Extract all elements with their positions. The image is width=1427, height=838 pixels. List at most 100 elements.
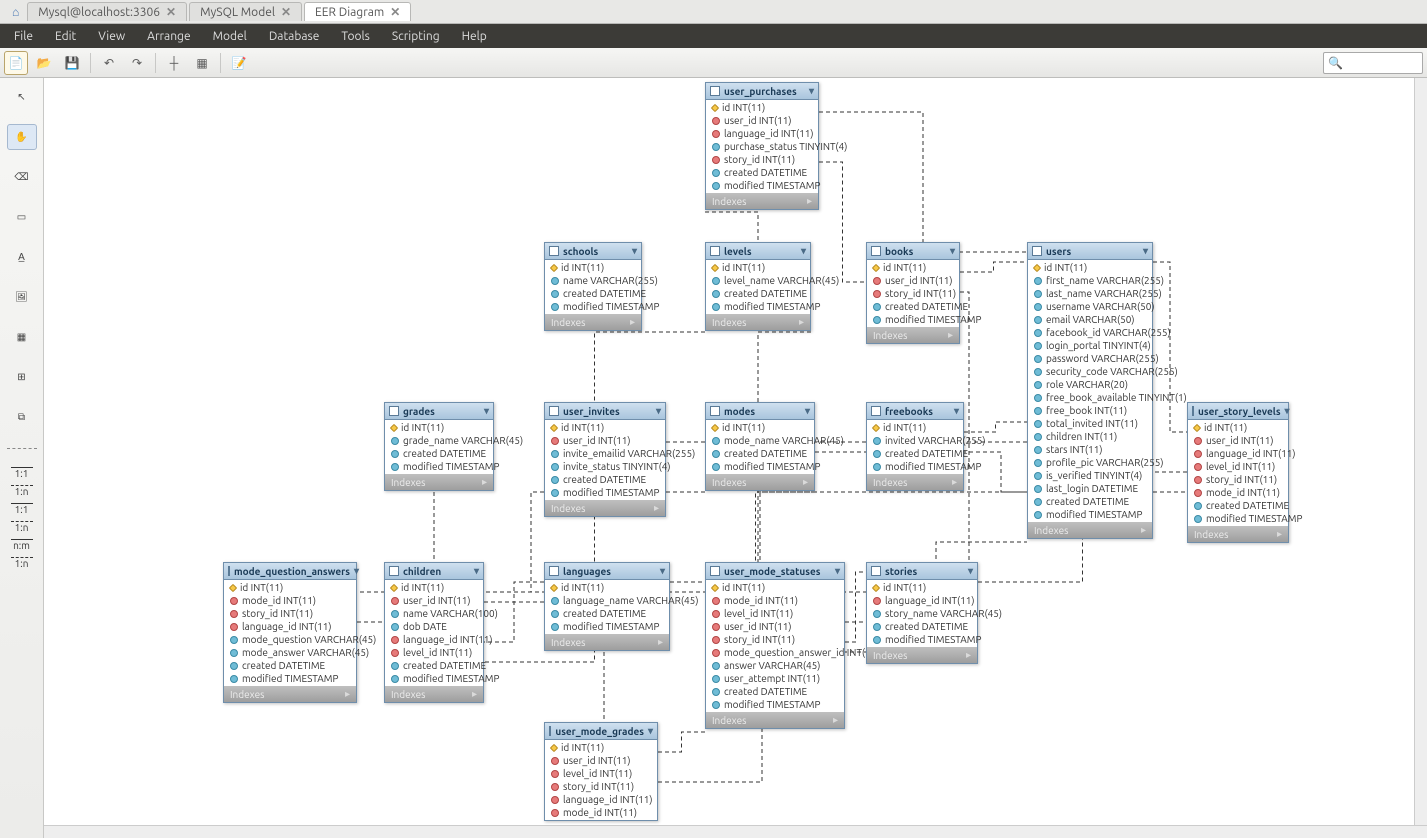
erd-column[interactable]: user_id INT(11) — [545, 754, 657, 767]
pointer-icon[interactable]: ↖ — [7, 84, 37, 110]
erd-column[interactable]: id INT(11) — [867, 581, 977, 594]
erd-column[interactable]: language_id INT(11) — [867, 594, 977, 607]
erd-column[interactable]: level_id INT(11) — [706, 607, 844, 620]
collapse-icon[interactable]: ▾ — [805, 405, 810, 417]
erd-table-header[interactable]: grades▾ — [385, 403, 493, 420]
eraser-icon[interactable]: ⌫ — [7, 164, 37, 190]
collapse-icon[interactable]: ▾ — [950, 245, 955, 257]
erd-column[interactable]: created DATETIME — [545, 473, 665, 486]
erd-indexes-bar[interactable]: Indexes▸ — [706, 314, 810, 330]
erd-indexes-bar[interactable]: Indexes▸ — [867, 327, 959, 343]
erd-column[interactable]: id INT(11) — [545, 421, 665, 434]
erd-column[interactable]: created DATETIME — [1028, 495, 1152, 508]
editor-tab[interactable]: Mysql@localhost:3306✕ — [27, 2, 187, 21]
erd-column[interactable]: grade_name VARCHAR(45) — [385, 434, 493, 447]
erd-column[interactable]: id INT(11) — [706, 581, 844, 594]
menu-help[interactable]: Help — [452, 27, 497, 46]
snap-icon[interactable]: ▦ — [190, 51, 214, 75]
erd-table-header[interactable]: user_story_levels▾ — [1188, 403, 1288, 420]
erd-table-children[interactable]: children▾id INT(11)user_id INT(11)name V… — [384, 562, 484, 703]
erd-column[interactable]: name VARCHAR(100) — [385, 607, 483, 620]
erd-column[interactable]: modified TIMESTAMP — [706, 460, 814, 473]
collapse-icon[interactable]: ▾ — [354, 565, 359, 577]
erd-table-header[interactable]: users▾ — [1028, 243, 1152, 260]
erd-column[interactable]: password VARCHAR(255) — [1028, 352, 1152, 365]
erd-column[interactable]: modified TIMESTAMP — [706, 300, 810, 313]
erd-table-books[interactable]: books▾id INT(11)user_id INT(11)story_id … — [866, 242, 960, 344]
vertical-scrollbar[interactable] — [1414, 78, 1427, 825]
erd-column[interactable]: modified TIMESTAMP — [867, 460, 963, 473]
erd-table-header[interactable]: user_purchases▾ — [706, 83, 818, 100]
collapse-icon[interactable]: ▾ — [484, 405, 489, 417]
erd-indexes-bar[interactable]: Indexes▸ — [224, 686, 356, 702]
erd-column[interactable]: id INT(11) — [545, 261, 641, 274]
new-doc-icon[interactable]: 📄 — [4, 51, 28, 75]
erd-column[interactable]: email VARCHAR(50) — [1028, 313, 1152, 326]
erd-column[interactable]: id INT(11) — [706, 101, 818, 114]
erd-column[interactable]: story_name VARCHAR(45) — [867, 607, 977, 620]
erd-column[interactable]: mode_id INT(11) — [706, 594, 844, 607]
erd-column[interactable]: story_id INT(11) — [545, 780, 657, 793]
menu-edit[interactable]: Edit — [45, 27, 86, 46]
erd-column[interactable]: security_code VARCHAR(255) — [1028, 365, 1152, 378]
hand-icon[interactable]: ✋ — [7, 124, 37, 150]
erd-column[interactable]: mode_id INT(11) — [1188, 486, 1288, 499]
erd-column[interactable]: mode_question_answer_id INT(11) — [706, 646, 844, 659]
erd-column[interactable]: modified TIMESTAMP — [706, 179, 818, 192]
relation-tool[interactable]: 1:1 — [11, 467, 33, 479]
erd-indexes-bar[interactable]: Indexes▸ — [545, 500, 665, 516]
erd-column[interactable]: mode_id INT(11) — [545, 806, 657, 819]
image-icon[interactable]: 🖼 — [7, 284, 37, 310]
erd-column[interactable]: modified TIMESTAMP — [1188, 512, 1288, 525]
erd-column[interactable]: modified TIMESTAMP — [545, 486, 665, 499]
menu-scripting[interactable]: Scripting — [382, 27, 450, 46]
erd-column[interactable]: dob DATE — [385, 620, 483, 633]
erd-column[interactable]: language_name VARCHAR(45) — [545, 594, 669, 607]
relation-tool[interactable]: 1:n — [11, 557, 33, 569]
erd-column[interactable]: level_id INT(11) — [545, 767, 657, 780]
erd-column[interactable]: user_attempt INT(11) — [706, 672, 844, 685]
erd-table-header[interactable]: levels▾ — [706, 243, 810, 260]
collapse-icon[interactable]: ▾ — [801, 245, 806, 257]
erd-indexes-bar[interactable]: Indexes▸ — [1188, 526, 1288, 542]
erd-table-header[interactable]: schools▾ — [545, 243, 641, 260]
erd-column[interactable]: total_invited INT(11) — [1028, 417, 1152, 430]
erd-indexes-bar[interactable]: Indexes▸ — [545, 634, 669, 650]
erd-column[interactable]: purchase_status TINYINT(4) — [706, 140, 818, 153]
erd-column[interactable]: role VARCHAR(20) — [1028, 378, 1152, 391]
erd-table-languages[interactable]: languages▾id INT(11)language_name VARCHA… — [544, 562, 670, 651]
menu-view[interactable]: View — [88, 27, 135, 46]
erd-column[interactable]: id INT(11) — [224, 581, 356, 594]
erd-column[interactable]: invited VARCHAR(255) — [867, 434, 963, 447]
erd-column[interactable]: language_id INT(11) — [545, 793, 657, 806]
close-icon[interactable]: ✕ — [281, 5, 291, 19]
erd-indexes-bar[interactable]: Indexes▸ — [706, 712, 844, 728]
menu-database[interactable]: Database — [259, 27, 330, 46]
erd-column[interactable]: username VARCHAR(50) — [1028, 300, 1152, 313]
menu-model[interactable]: Model — [203, 27, 257, 46]
erd-table-grades[interactable]: grades▾id INT(11)grade_name VARCHAR(45)c… — [384, 402, 494, 491]
erd-table-header[interactable]: stories▾ — [867, 563, 977, 580]
save-icon[interactable]: 💾 — [60, 51, 84, 75]
erd-column[interactable]: modified TIMESTAMP — [867, 633, 977, 646]
erd-table-user_story_levels[interactable]: user_story_levels▾id INT(11)user_id INT(… — [1187, 402, 1289, 543]
erd-column[interactable]: id INT(11) — [706, 421, 814, 434]
menu-arrange[interactable]: Arrange — [137, 27, 200, 46]
erd-table-header[interactable]: languages▾ — [545, 563, 669, 580]
erd-column[interactable]: invite_status TINYINT(4) — [545, 460, 665, 473]
erd-column[interactable]: id INT(11) — [385, 421, 493, 434]
erd-column[interactable]: mode_answer VARCHAR(45) — [224, 646, 356, 659]
erd-column[interactable]: mode_name VARCHAR(45) — [706, 434, 814, 447]
erd-column[interactable]: first_name VARCHAR(255) — [1028, 274, 1152, 287]
erd-table-stories[interactable]: stories▾id INT(11)language_id INT(11)sto… — [866, 562, 978, 664]
erd-column[interactable]: language_id INT(11) — [224, 620, 356, 633]
erd-column[interactable]: modified TIMESTAMP — [545, 620, 669, 633]
horizontal-scrollbar[interactable] — [44, 825, 1427, 838]
erd-table-user_mode_grades[interactable]: user_mode_grades▾id INT(11)user_id INT(1… — [544, 722, 658, 821]
erd-table-levels[interactable]: levels▾id INT(11)level_name VARCHAR(45)c… — [705, 242, 811, 331]
erd-column[interactable]: login_portal TINYINT(4) — [1028, 339, 1152, 352]
erd-column[interactable]: story_id INT(11) — [706, 633, 844, 646]
open-doc-icon[interactable]: 📂 — [32, 51, 56, 75]
erd-indexes-bar[interactable]: Indexes▸ — [1028, 522, 1152, 538]
collapse-icon[interactable]: ▾ — [968, 565, 973, 577]
